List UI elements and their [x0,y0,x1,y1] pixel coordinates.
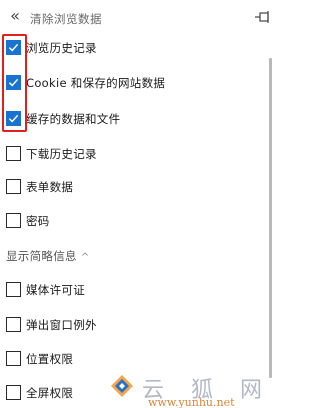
checkbox-download-history[interactable] [6,146,21,161]
option-popup-exceptions[interactable]: 弹出窗口例外 [0,315,262,337]
section-label: 显示简略信息 [6,249,77,263]
checkbox-fullscreen-permissions[interactable] [6,385,21,400]
option-label: 浏览历史记录 [26,41,97,55]
pin-icon[interactable] [252,8,272,26]
checkbox-media-licenses[interactable] [6,282,21,297]
chevron-up-icon: ^ [80,252,90,263]
option-label: 位置权限 [26,352,74,366]
option-label: 下载历史记录 [26,147,97,161]
option-cache[interactable]: 缓存的数据和文件 [0,109,262,131]
option-label: Cookie 和保存的网站数据 [26,76,166,90]
option-media-licenses[interactable]: 媒体许可证 [0,280,262,302]
option-form-data[interactable]: 表单数据 [0,177,262,199]
checkbox-form-data[interactable] [6,179,21,194]
option-label: 弹出窗口例外 [26,318,97,332]
option-label: 缓存的数据和文件 [26,112,121,126]
option-label: 全屏权限 [26,386,74,400]
option-label: 表单数据 [26,180,74,194]
show-less-toggle[interactable]: 显示简略信息 ^ [6,248,90,264]
option-location-permissions[interactable]: 位置权限 [0,349,262,371]
watermark: 云 狐 网 www.yunhu.net [100,372,282,408]
highlight-box [2,34,27,132]
option-download-history[interactable]: 下载历史记录 [0,144,262,166]
checkbox-passwords[interactable] [6,213,21,228]
scrollbar[interactable] [269,36,273,378]
checkbox-location-permissions[interactable] [6,351,21,366]
option-label: 密码 [26,214,50,228]
watermark-logo-icon [110,374,134,398]
option-passwords[interactable]: 密码 [0,211,262,233]
option-cookies[interactable]: Cookie 和保存的网站数据 [0,73,262,95]
panel-header: « 清除浏览数据 [0,0,282,36]
watermark-url: www.yunhu.net [148,396,235,408]
back-button[interactable]: « [6,6,24,26]
scrollbar-thumb[interactable] [269,58,272,378]
panel-title: 清除浏览数据 [30,12,102,26]
option-browsing-history[interactable]: 浏览历史记录 [0,38,262,60]
option-label: 媒体许可证 [26,283,85,297]
checkbox-popup-exceptions[interactable] [6,317,21,332]
